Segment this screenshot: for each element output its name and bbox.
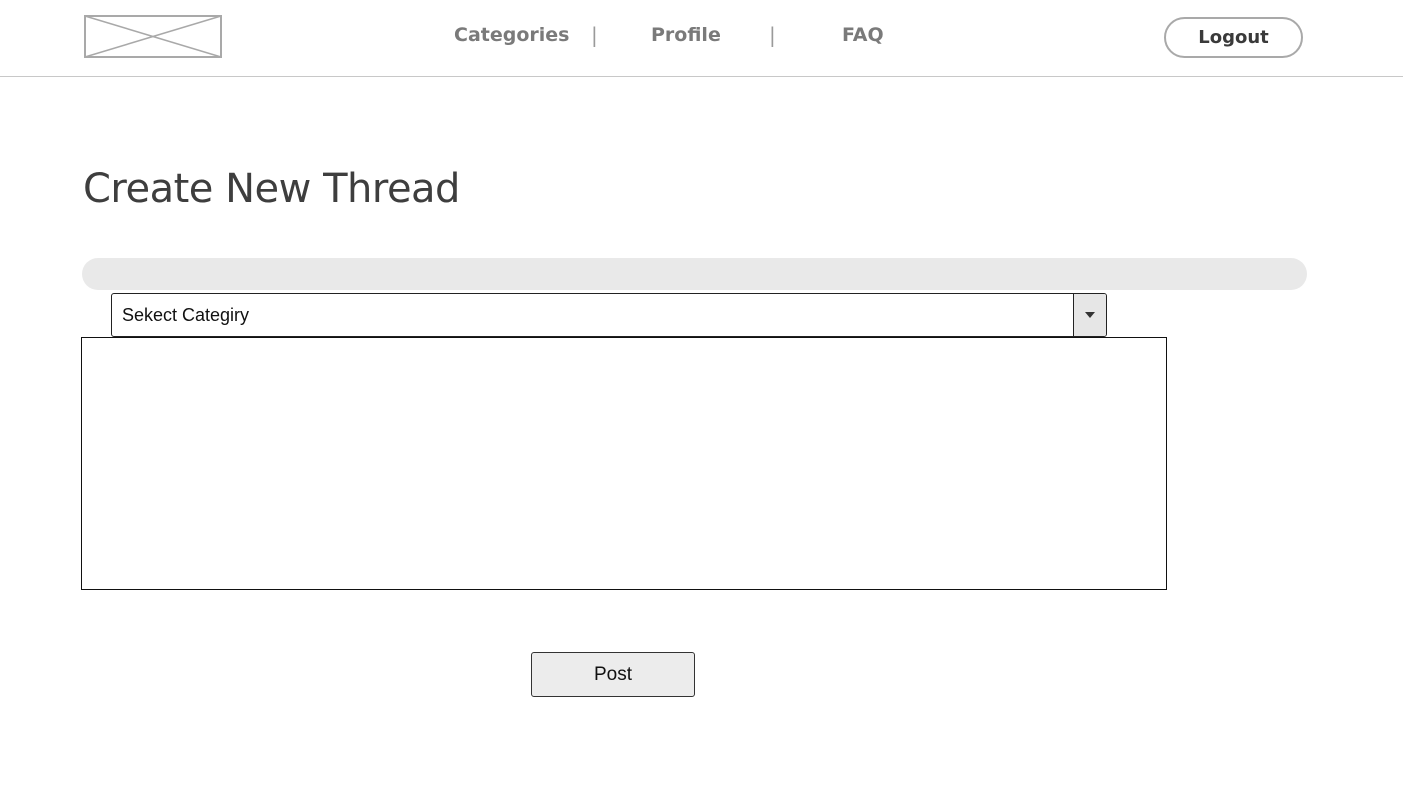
category-select-value: Sekect Categiry (122, 305, 250, 325)
top-nav-bar: Categories | Profile | FAQ Logout (0, 0, 1403, 77)
nav-link-profile[interactable]: Profile (651, 24, 721, 46)
caret-down-icon (1085, 312, 1095, 318)
page-title: Create New Thread (83, 166, 460, 212)
nav-link-faq[interactable]: FAQ (842, 24, 884, 46)
logo-placeholder-icon[interactable] (84, 15, 222, 58)
thread-title-input[interactable] (82, 258, 1307, 290)
category-select[interactable]: Sekect Categiry (111, 293, 1107, 337)
post-button[interactable]: Post (531, 652, 695, 697)
nav-separator: | (769, 23, 776, 47)
logout-button[interactable]: Logout (1164, 17, 1303, 58)
nav-link-categories[interactable]: Categories (454, 24, 569, 46)
dropdown-toggle[interactable] (1073, 294, 1106, 336)
thread-body-textarea[interactable] (81, 337, 1167, 590)
nav-separator: | (591, 23, 598, 47)
